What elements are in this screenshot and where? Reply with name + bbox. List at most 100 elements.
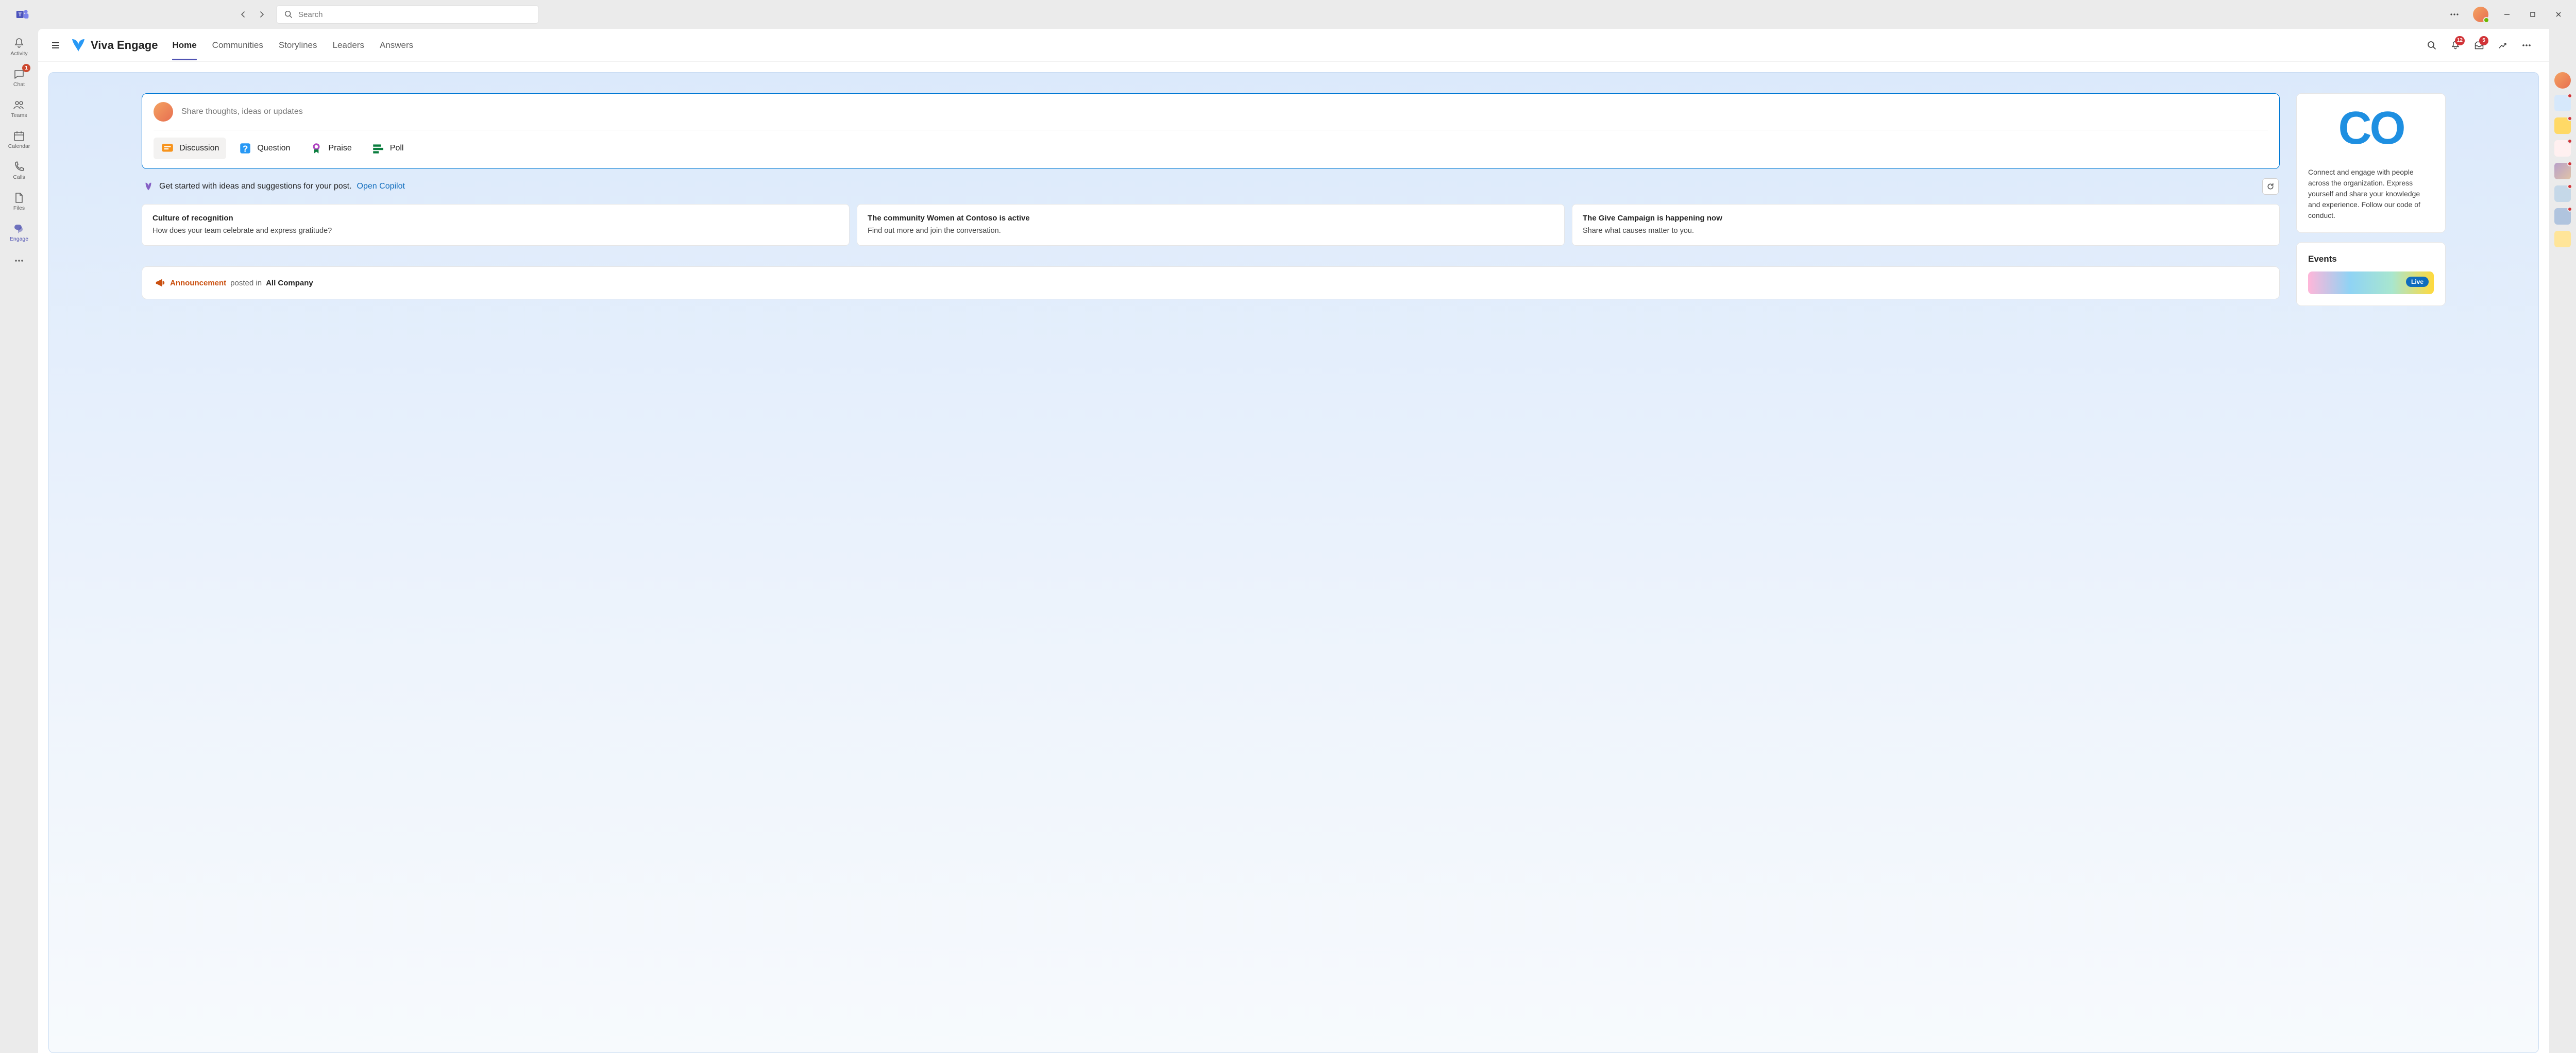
global-search[interactable] xyxy=(276,5,539,24)
window-minimize-button[interactable] xyxy=(2496,3,2518,26)
rail-item-calendar[interactable]: Calendar xyxy=(4,125,35,155)
feed-post[interactable]: Announcement posted in All Company xyxy=(142,266,2280,299)
post-type-label: Praise xyxy=(328,144,351,153)
engage-more-button[interactable] xyxy=(2516,35,2537,56)
rail-item-activity[interactable]: Activity xyxy=(4,32,35,62)
rail-label: Files xyxy=(13,205,25,211)
unread-dot-icon xyxy=(2567,184,2572,189)
rail-item-chat[interactable]: Chat 1 xyxy=(4,63,35,93)
search-icon xyxy=(2427,40,2437,50)
suggestion-card[interactable]: The community Women at Contoso is active… xyxy=(857,204,1565,246)
app-rail: Activity Chat 1 Teams Calendar Calls Fil… xyxy=(0,29,38,1053)
tab-storylines[interactable]: Storylines xyxy=(279,31,317,60)
nav-back-button[interactable] xyxy=(235,6,251,23)
suggestion-card[interactable]: Culture of recognition How does your tea… xyxy=(142,204,850,246)
engage-search-button[interactable] xyxy=(2421,35,2442,56)
suggestion-title: The community Women at Contoso is active xyxy=(868,214,1554,223)
refresh-suggestions-button[interactable] xyxy=(2262,178,2279,195)
inbox-button[interactable]: 5 xyxy=(2469,35,2489,56)
more-icon xyxy=(14,256,24,266)
tab-leaders[interactable]: Leaders xyxy=(333,31,364,60)
user-avatar[interactable] xyxy=(2473,7,2488,22)
teams-logo-container: T xyxy=(6,7,39,22)
phone-icon xyxy=(13,161,25,173)
window-close-button[interactable] xyxy=(2547,3,2570,26)
right-rail-community[interactable] xyxy=(2554,231,2571,247)
rail-item-files[interactable]: Files xyxy=(4,186,35,216)
hamburger-icon xyxy=(50,40,61,50)
people-icon xyxy=(13,99,25,111)
composer-input-row xyxy=(154,102,2268,130)
praise-icon xyxy=(310,142,323,155)
search-input[interactable] xyxy=(298,10,531,19)
rail-label: Teams xyxy=(11,112,27,118)
copilot-suggestion-bar: Get started with ideas and suggestions f… xyxy=(142,176,2280,197)
post-type-question[interactable]: ? Question xyxy=(231,138,297,159)
hero-main-column: Discussion ? Question Praise xyxy=(142,93,2280,306)
rail-item-teams[interactable]: Teams xyxy=(4,94,35,124)
rail-more-button[interactable] xyxy=(4,250,35,271)
events-card: Events Live xyxy=(2296,242,2446,306)
post-type-discussion[interactable]: Discussion xyxy=(154,138,226,159)
rail-item-engage[interactable]: Engage xyxy=(4,217,35,247)
right-rail-avatar[interactable] xyxy=(2554,72,2571,89)
hamburger-button[interactable] xyxy=(45,35,66,56)
live-badge: Live xyxy=(2406,277,2429,287)
rail-item-calls[interactable]: Calls xyxy=(4,156,35,185)
community-link[interactable]: All Company xyxy=(266,279,313,287)
engage-app: Viva Engage Home Communities Storylines … xyxy=(38,29,2549,1053)
about-card: CO Connect and engage with people across… xyxy=(2296,93,2446,233)
more-options-button[interactable] xyxy=(2443,3,2466,26)
window-maximize-button[interactable] xyxy=(2521,3,2544,26)
file-icon xyxy=(13,192,25,204)
right-rail-community[interactable] xyxy=(2554,95,2571,111)
feed-post-header: Announcement posted in All Company xyxy=(155,277,2267,288)
rail-label: Calendar xyxy=(8,143,30,149)
post-composer[interactable]: Discussion ? Question Praise xyxy=(142,93,2280,169)
titlebar: T xyxy=(0,0,2576,29)
refresh-icon xyxy=(2266,182,2275,191)
unread-dot-icon xyxy=(2567,207,2572,212)
notifications-button[interactable]: 12 xyxy=(2445,35,2466,56)
unread-dot-icon xyxy=(2567,161,2572,166)
rail-label: Chat xyxy=(13,81,25,88)
tab-answers[interactable]: Answers xyxy=(380,31,413,60)
suggestion-card[interactable]: The Give Campaign is happening now Share… xyxy=(1572,204,2280,246)
right-rail-community[interactable] xyxy=(2554,117,2571,134)
rail-label: Calls xyxy=(13,174,25,180)
tab-home[interactable]: Home xyxy=(172,31,196,60)
rail-label: Activity xyxy=(10,50,27,57)
composer-avatar xyxy=(154,102,173,122)
right-rail xyxy=(2549,29,2576,1053)
engage-body: Discussion ? Question Praise xyxy=(38,62,2549,1053)
titlebar-right xyxy=(2443,3,2570,26)
post-type-label: Poll xyxy=(390,144,404,153)
analytics-button[interactable] xyxy=(2493,35,2513,56)
post-type-label: Discussion xyxy=(179,144,219,153)
tab-communities[interactable]: Communities xyxy=(212,31,263,60)
calendar-icon xyxy=(13,130,25,142)
post-type-poll[interactable]: Poll xyxy=(364,138,411,159)
suggestion-body: Share what causes matter to you. xyxy=(1583,226,2269,236)
right-rail-community[interactable] xyxy=(2554,140,2571,157)
post-type-praise[interactable]: Praise xyxy=(302,138,359,159)
presence-available-icon xyxy=(2483,17,2489,23)
open-copilot-link[interactable]: Open Copilot xyxy=(357,182,405,191)
more-icon xyxy=(2521,40,2532,50)
engage-header: Viva Engage Home Communities Storylines … xyxy=(38,29,2549,62)
composer-input[interactable] xyxy=(181,107,2268,116)
analytics-icon xyxy=(2498,40,2508,50)
nav-forward-button[interactable] xyxy=(253,6,270,23)
right-rail-community[interactable] xyxy=(2554,163,2571,179)
discussion-icon xyxy=(161,142,174,155)
question-icon: ? xyxy=(239,142,252,155)
bell-icon xyxy=(13,37,25,49)
suggestion-title: The Give Campaign is happening now xyxy=(1583,214,2269,223)
inbox-badge: 5 xyxy=(2479,36,2488,45)
event-thumbnail[interactable]: Live xyxy=(2308,271,2434,294)
right-rail-community[interactable] xyxy=(2554,185,2571,202)
suggestion-cards: Culture of recognition How does your tea… xyxy=(142,204,2280,246)
suggestion-body: How does your team celebrate and express… xyxy=(152,226,839,236)
events-title: Events xyxy=(2308,254,2434,264)
right-rail-community[interactable] xyxy=(2554,208,2571,225)
